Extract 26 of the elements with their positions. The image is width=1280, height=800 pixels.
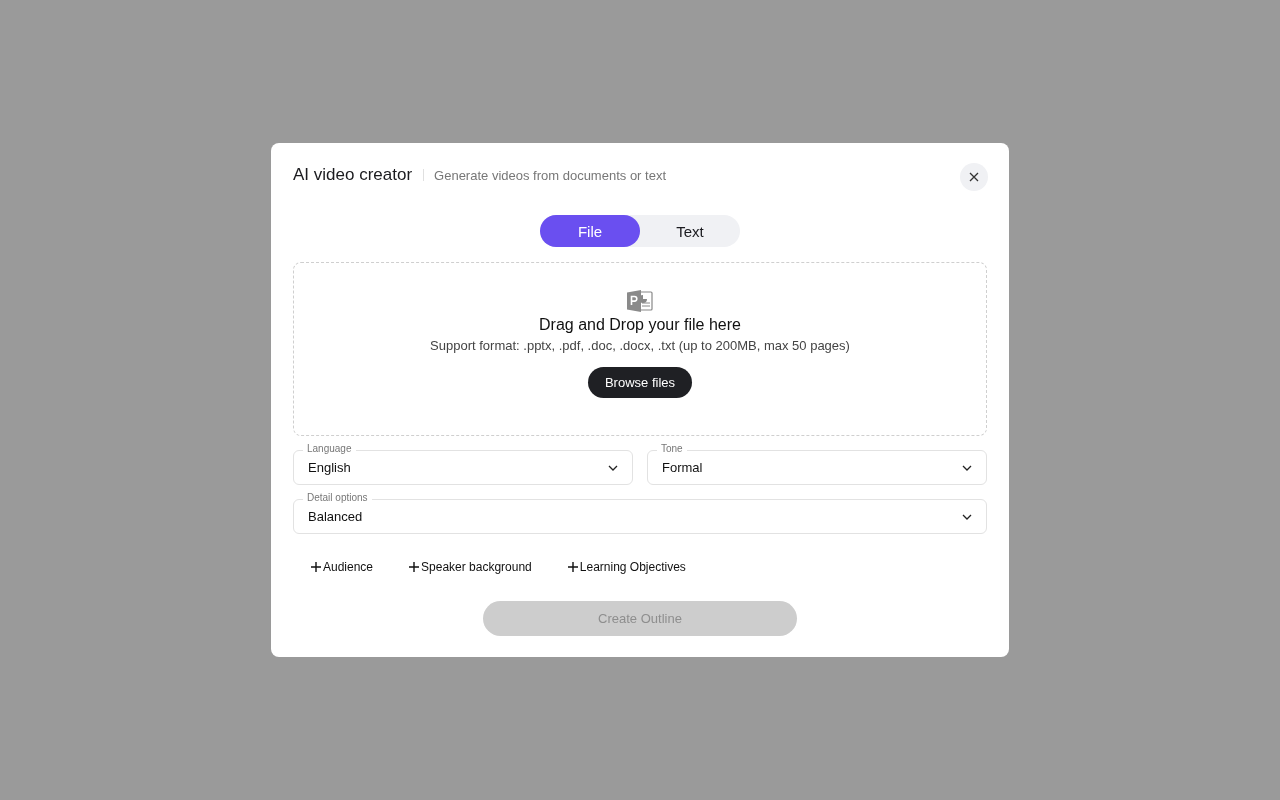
close-icon [969, 172, 979, 182]
browse-button[interactable]: Browse files [587, 367, 693, 398]
select-value: English [308, 460, 351, 475]
plus-icon [409, 562, 420, 572]
drop-heading: Drag and Drop your file here [539, 316, 741, 334]
slides-file-icon [627, 290, 653, 312]
field-label: Language [303, 443, 356, 455]
plus-icon [567, 562, 578, 572]
select-value: Formal [662, 460, 703, 475]
field-label: Detail options [303, 492, 372, 504]
add-option-button[interactable]: Speaker background [409, 560, 532, 574]
select-value: Balanced [308, 509, 363, 524]
chevron-down-icon [962, 464, 972, 471]
add-option-button[interactable]: Learning Objectives [567, 560, 686, 574]
close-button[interactable] [960, 163, 988, 191]
drop-zone[interactable]: Drag and Drop your file here Support format: .pptx, .pdf, .doc, .docx, .txt (up to 200MB, max 50 pages) Browse files [293, 262, 987, 436]
chevron-down-icon [962, 513, 972, 520]
plus-icon [311, 562, 321, 572]
format-hint: Support format: .pptx, .pdf, .doc, .docx, .txt (up to 200MB, max 50 pages) [430, 338, 850, 353]
tab[interactable]: File [540, 215, 640, 247]
chevron-down-icon [608, 464, 618, 471]
dialog-subtitle: Generate videos from documents or text [434, 167, 666, 183]
field-label: Tone [657, 443, 687, 455]
dialog-title: AI video creator [293, 165, 413, 185]
add-option-button[interactable]: Audience [311, 560, 374, 574]
tab[interactable]: Text [640, 215, 740, 247]
